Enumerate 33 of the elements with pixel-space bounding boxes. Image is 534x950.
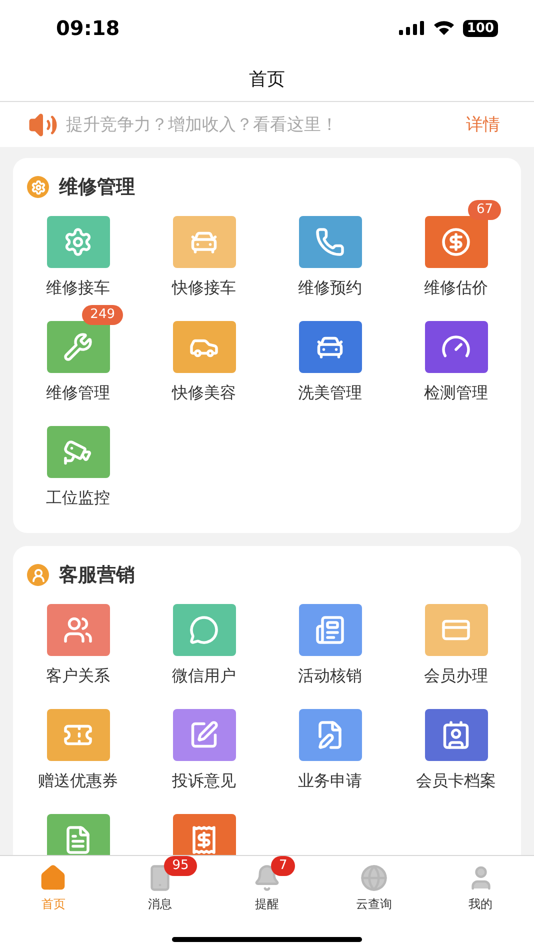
menu-item[interactable]: 会员卡档案 bbox=[416, 709, 496, 806]
wifi-icon bbox=[432, 20, 455, 36]
battery-indicator: 100 bbox=[462, 20, 498, 36]
gear-icon bbox=[27, 176, 49, 198]
menu-item[interactable]: 赠送优惠券 bbox=[38, 709, 118, 806]
status-time: 09:18 bbox=[56, 16, 120, 40]
count-badge: 95 bbox=[164, 856, 197, 876]
count-badge: 249 bbox=[82, 305, 123, 325]
menu-item[interactable]: 工位监控 bbox=[46, 426, 110, 523]
count-badge: 7 bbox=[270, 856, 296, 876]
menu-item[interactable]: 快修美容 bbox=[172, 321, 236, 418]
bell-icon bbox=[252, 864, 281, 892]
section-title: 客服营销 bbox=[59, 563, 135, 588]
menu-item[interactable]: 活动核销 bbox=[298, 604, 362, 701]
globe-icon bbox=[360, 864, 388, 892]
menu-item[interactable]: 业务申请 bbox=[298, 709, 362, 806]
signal-icon bbox=[398, 21, 425, 35]
menu-item[interactable]: 快修接车 bbox=[172, 216, 236, 313]
menu-item[interactable]: 会员办理 bbox=[424, 604, 488, 701]
person-icon bbox=[27, 564, 49, 586]
menu-item[interactable]: 微信用户 bbox=[172, 604, 236, 701]
count-badge: 67 bbox=[468, 200, 501, 220]
home-icon bbox=[39, 864, 68, 892]
menu-item[interactable]: 客户关系 bbox=[46, 604, 110, 701]
section-title: 维修管理 bbox=[59, 175, 135, 200]
menu-item[interactable]: 投诉意见 bbox=[172, 709, 236, 806]
menu-item[interactable]: 洗美管理 bbox=[298, 321, 362, 418]
menu-item[interactable]: 检测管理 bbox=[424, 321, 488, 418]
tab-item[interactable]: 云查询 bbox=[356, 864, 392, 913]
tab-item[interactable]: 我的 bbox=[466, 864, 495, 913]
menu-item[interactable]: 维修预约 bbox=[298, 216, 362, 313]
page-title: 首页 bbox=[249, 68, 285, 90]
notice-text: 提升竞争力？增加收入？看看这里！ bbox=[66, 114, 339, 136]
